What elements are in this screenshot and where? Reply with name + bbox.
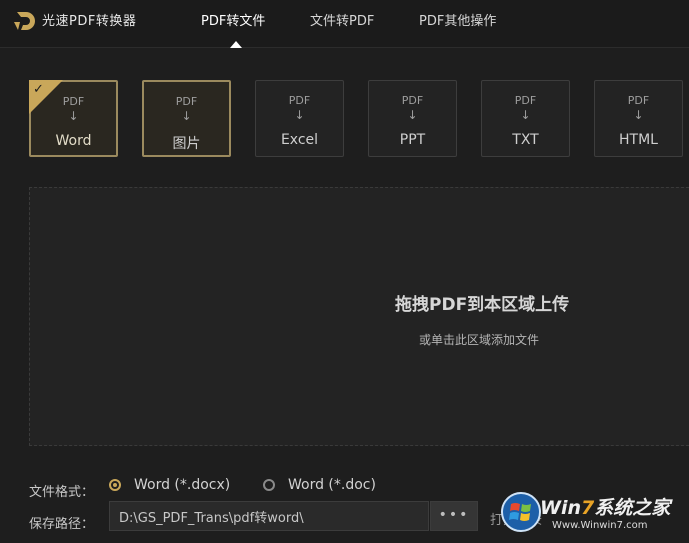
format-card-source: PDF [175, 95, 198, 108]
watermark-brand-suffix: 系统之家 [594, 497, 671, 519]
arrow-down-icon: ↓ [294, 108, 305, 122]
format-card-ppt[interactable]: PDF ↓ PPT [368, 80, 457, 157]
top-bar: 光速PDF转换器 PDF转文件 文件转PDF PDF其他操作 [0, 0, 689, 48]
format-card-target: HTML [619, 132, 658, 148]
watermark-url: Www.Winwin7.com [552, 520, 648, 531]
app-title: 光速PDF转换器 [42, 14, 137, 29]
format-card-excel[interactable]: PDF ↓ Excel [255, 80, 344, 157]
windows-orb-icon [501, 492, 541, 532]
arrow-down-icon: ↓ [68, 109, 79, 123]
tab-pdf-other-operations[interactable]: PDF其他操作 [419, 10, 496, 29]
watermark-brand-prefix: Win [540, 497, 581, 519]
tab-file-to-pdf[interactable]: 文件转PDF [310, 10, 374, 29]
format-card-target: PPT [399, 132, 426, 148]
format-card-image[interactable]: PDF ↓ 图片 [142, 80, 231, 157]
save-path-label: 保存路径： [29, 517, 95, 532]
format-card-source: PDF [627, 94, 650, 107]
format-card-source: PDF [288, 94, 311, 107]
radio-docx[interactable] [109, 479, 121, 491]
file-drop-zone[interactable] [29, 187, 689, 446]
format-card-txt[interactable]: PDF ↓ TXT [481, 80, 570, 157]
format-card-target: Excel [280, 132, 319, 148]
radio-docx-label[interactable]: Word (*.docx) [134, 477, 230, 493]
radio-doc-label[interactable]: Word (*.doc) [288, 477, 376, 493]
radio-doc[interactable] [263, 479, 275, 491]
tab-pdf-to-file[interactable]: PDF转文件 [201, 10, 265, 29]
format-card-source: PDF [514, 94, 537, 107]
format-card-source: PDF [62, 95, 85, 108]
format-card-target: TXT [512, 132, 539, 148]
app-logo-icon [14, 12, 35, 30]
format-card-source: PDF [401, 94, 424, 107]
format-card-target: Word [55, 133, 92, 149]
format-card-word[interactable]: ✓ PDF ↓ Word [29, 80, 118, 157]
format-card-html[interactable]: PDF ↓ HTML [594, 80, 683, 157]
arrow-down-icon: ↓ [181, 109, 192, 123]
drop-zone-subtitle: 或单击此区域添加文件 [419, 333, 540, 347]
format-card-target: 图片 [172, 136, 201, 152]
save-path-input[interactable] [109, 501, 429, 531]
arrow-down-icon: ↓ [407, 108, 418, 122]
active-tab-indicator [230, 41, 242, 48]
drop-zone-title: 拖拽PDF到本区域上传 [395, 295, 570, 315]
arrow-down-icon: ↓ [520, 108, 531, 122]
site-watermark: Win7系统之家 Www.Winwin7.com [500, 487, 689, 543]
arrow-down-icon: ↓ [633, 108, 644, 122]
watermark-brand-seven: 7 [581, 497, 595, 519]
browse-button[interactable]: ••• [430, 501, 478, 531]
watermark-brand: Win7系统之家 [540, 493, 670, 520]
file-format-label: 文件格式： [29, 485, 95, 500]
